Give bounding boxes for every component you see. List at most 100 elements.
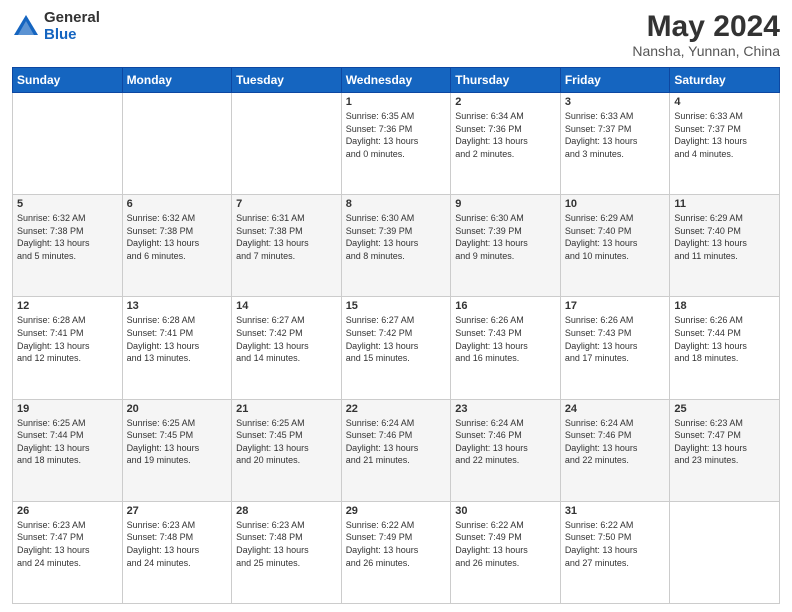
table-row: 7 Sunrise: 6:31 AM Sunset: 7:38 PM Daylig… — [232, 195, 342, 297]
day-info: Sunrise: 6:23 AM Sunset: 7:48 PM Dayligh… — [236, 519, 337, 569]
table-row: 19Sunrise: 6:25 AM Sunset: 7:44 PM Dayli… — [13, 399, 123, 501]
day-number: 6 — [127, 198, 228, 210]
day-info: Sunrise: 6:26 AM Sunset: 7:44 PM Dayligh… — [674, 314, 775, 364]
table-row: 9 Sunrise: 6:30 AM Sunset: 7:39 PM Daylig… — [451, 195, 561, 297]
day-number: 24 — [565, 403, 666, 415]
day-number: 13 — [127, 300, 228, 312]
day-info: Sunrise: 6:26 AM Sunset: 7:43 PM Dayligh… — [565, 314, 666, 364]
day-info: Sunrise: 6:23 AM Sunset: 7:47 PM Dayligh… — [17, 519, 118, 569]
day-info: Sunrise: 6:31 AM Sunset: 7:38 PM Dayligh… — [236, 212, 337, 262]
logo-icon — [12, 13, 40, 41]
day-info: Sunrise: 6:22 AM Sunset: 7:50 PM Dayligh… — [565, 519, 666, 569]
day-number: 23 — [455, 403, 556, 415]
day-info: Sunrise: 6:24 AM Sunset: 7:46 PM Dayligh… — [455, 417, 556, 467]
day-number: 30 — [455, 505, 556, 517]
day-number: 21 — [236, 403, 337, 415]
table-row: 16Sunrise: 6:26 AM Sunset: 7:43 PM Dayli… — [451, 297, 561, 399]
day-number: 3 — [565, 96, 666, 108]
day-info: Sunrise: 6:22 AM Sunset: 7:49 PM Dayligh… — [346, 519, 447, 569]
col-saturday: Saturday — [670, 68, 780, 93]
table-row — [13, 93, 123, 195]
day-number: 12 — [17, 300, 118, 312]
table-row: 2 Sunrise: 6:34 AM Sunset: 7:36 PM Daylig… — [451, 93, 561, 195]
day-number: 10 — [565, 198, 666, 210]
day-info: Sunrise: 6:34 AM Sunset: 7:36 PM Dayligh… — [455, 110, 556, 160]
main-title: May 2024 — [632, 10, 780, 43]
day-info: Sunrise: 6:24 AM Sunset: 7:46 PM Dayligh… — [565, 417, 666, 467]
calendar-week-4: 19Sunrise: 6:25 AM Sunset: 7:44 PM Dayli… — [13, 399, 780, 501]
day-number: 29 — [346, 505, 447, 517]
table-row: 20 Sunrise: 6:25 AM Sunset: 7:45 PM Dayli… — [122, 399, 232, 501]
day-number: 17 — [565, 300, 666, 312]
day-info: Sunrise: 6:23 AM Sunset: 7:48 PM Dayligh… — [127, 519, 228, 569]
col-thursday: Thursday — [451, 68, 561, 93]
table-row: 18Sunrise: 6:26 AM Sunset: 7:44 PM Dayli… — [670, 297, 780, 399]
table-row: 22 Sunrise: 6:24 AM Sunset: 7:46 PM Dayli… — [341, 399, 451, 501]
table-row: 13Sunrise: 6:28 AM Sunset: 7:41 PM Dayli… — [122, 297, 232, 399]
table-row: 14Sunrise: 6:27 AM Sunset: 7:42 PM Dayli… — [232, 297, 342, 399]
table-row: 25Sunrise: 6:23 AM Sunset: 7:47 PM Dayli… — [670, 399, 780, 501]
day-info: Sunrise: 6:25 AM Sunset: 7:45 PM Dayligh… — [127, 417, 228, 467]
calendar-week-2: 5Sunrise: 6:32 AM Sunset: 7:38 PM Daylig… — [13, 195, 780, 297]
table-row — [670, 501, 780, 603]
day-info: Sunrise: 6:25 AM Sunset: 7:45 PM Dayligh… — [236, 417, 337, 467]
day-number: 2 — [455, 96, 556, 108]
day-number: 8 — [346, 198, 447, 210]
day-info: Sunrise: 6:29 AM Sunset: 7:40 PM Dayligh… — [565, 212, 666, 262]
day-info: Sunrise: 6:23 AM Sunset: 7:47 PM Dayligh… — [674, 417, 775, 467]
table-row: 29 Sunrise: 6:22 AM Sunset: 7:49 PM Dayli… — [341, 501, 451, 603]
calendar-week-5: 26 Sunrise: 6:23 AM Sunset: 7:47 PM Dayli… — [13, 501, 780, 603]
calendar-week-3: 12 Sunrise: 6:28 AM Sunset: 7:41 PM Dayli… — [13, 297, 780, 399]
table-row: 6Sunrise: 6:32 AM Sunset: 7:38 PM Daylig… — [122, 195, 232, 297]
logo-text: General Blue — [44, 10, 100, 43]
day-info: Sunrise: 6:35 AM Sunset: 7:36 PM Dayligh… — [346, 110, 447, 160]
table-row: 8 Sunrise: 6:30 AM Sunset: 7:39 PM Daylig… — [341, 195, 451, 297]
subtitle: Nansha, Yunnan, China — [632, 43, 780, 59]
day-number: 1 — [346, 96, 447, 108]
day-number: 9 — [455, 198, 556, 210]
day-info: Sunrise: 6:28 AM Sunset: 7:41 PM Dayligh… — [17, 314, 118, 364]
day-info: Sunrise: 6:30 AM Sunset: 7:39 PM Dayligh… — [346, 212, 447, 262]
day-number: 11 — [674, 198, 775, 210]
day-number: 26 — [17, 505, 118, 517]
logo: General Blue — [12, 10, 100, 43]
day-info: Sunrise: 6:22 AM Sunset: 7:49 PM Dayligh… — [455, 519, 556, 569]
logo-general-text: General — [44, 10, 100, 27]
table-row: 26 Sunrise: 6:23 AM Sunset: 7:47 PM Dayli… — [13, 501, 123, 603]
day-info: Sunrise: 6:27 AM Sunset: 7:42 PM Dayligh… — [346, 314, 447, 364]
logo-blue-text: Blue — [44, 27, 100, 44]
day-number: 14 — [236, 300, 337, 312]
day-number: 20 — [127, 403, 228, 415]
day-info: Sunrise: 6:25 AM Sunset: 7:44 PM Dayligh… — [17, 417, 118, 467]
table-row: 31Sunrise: 6:22 AM Sunset: 7:50 PM Dayli… — [560, 501, 670, 603]
day-number: 7 — [236, 198, 337, 210]
table-row: 24 Sunrise: 6:24 AM Sunset: 7:46 PM Dayli… — [560, 399, 670, 501]
table-row: 1 Sunrise: 6:35 AM Sunset: 7:36 PM Daylig… — [341, 93, 451, 195]
table-row: 3 Sunrise: 6:33 AM Sunset: 7:37 PM Daylig… — [560, 93, 670, 195]
col-monday: Monday — [122, 68, 232, 93]
table-row: 4 Sunrise: 6:33 AM Sunset: 7:37 PM Daylig… — [670, 93, 780, 195]
day-info: Sunrise: 6:30 AM Sunset: 7:39 PM Dayligh… — [455, 212, 556, 262]
table-row: 5Sunrise: 6:32 AM Sunset: 7:38 PM Daylig… — [13, 195, 123, 297]
day-info: Sunrise: 6:33 AM Sunset: 7:37 PM Dayligh… — [674, 110, 775, 160]
day-number: 27 — [127, 505, 228, 517]
table-row: 23 Sunrise: 6:24 AM Sunset: 7:46 PM Dayli… — [451, 399, 561, 501]
day-info: Sunrise: 6:24 AM Sunset: 7:46 PM Dayligh… — [346, 417, 447, 467]
table-row: 15Sunrise: 6:27 AM Sunset: 7:42 PM Dayli… — [341, 297, 451, 399]
table-row: 30 Sunrise: 6:22 AM Sunset: 7:49 PM Dayli… — [451, 501, 561, 603]
day-number: 4 — [674, 96, 775, 108]
day-info: Sunrise: 6:26 AM Sunset: 7:43 PM Dayligh… — [455, 314, 556, 364]
col-sunday: Sunday — [13, 68, 123, 93]
table-row — [232, 93, 342, 195]
day-number: 22 — [346, 403, 447, 415]
calendar-week-1: 1 Sunrise: 6:35 AM Sunset: 7:36 PM Daylig… — [13, 93, 780, 195]
table-row — [122, 93, 232, 195]
col-tuesday: Tuesday — [232, 68, 342, 93]
table-row: 12 Sunrise: 6:28 AM Sunset: 7:41 PM Dayli… — [13, 297, 123, 399]
table-row: 10 Sunrise: 6:29 AM Sunset: 7:40 PM Dayli… — [560, 195, 670, 297]
day-info: Sunrise: 6:29 AM Sunset: 7:40 PM Dayligh… — [674, 212, 775, 262]
day-info: Sunrise: 6:33 AM Sunset: 7:37 PM Dayligh… — [565, 110, 666, 160]
page: General Blue May 2024 Nansha, Yunnan, Ch… — [0, 0, 792, 612]
day-number: 5 — [17, 198, 118, 210]
table-row: 27 Sunrise: 6:23 AM Sunset: 7:48 PM Dayli… — [122, 501, 232, 603]
